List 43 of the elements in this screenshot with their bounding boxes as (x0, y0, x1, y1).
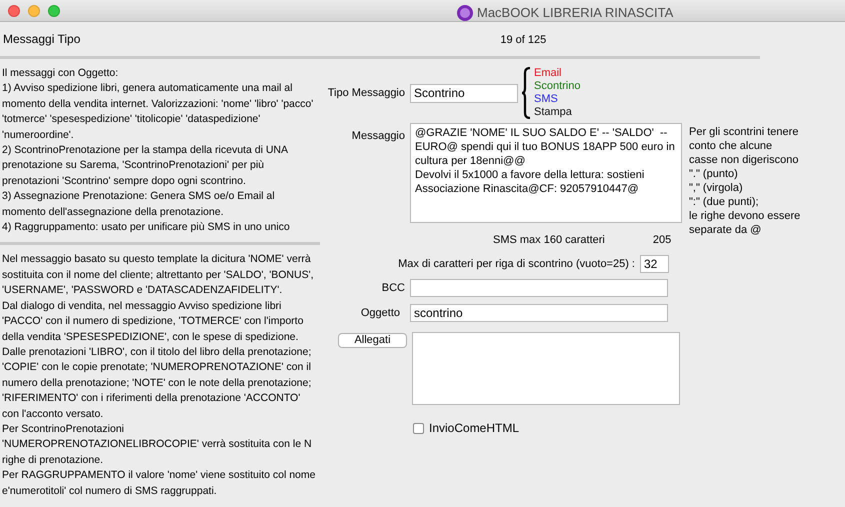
checkbox[interactable] (413, 422, 424, 434)
close-button[interactable] (8, 4, 20, 16)
character-count: 205 (652, 232, 672, 248)
help-paragraph: Dalle prenotazioni 'LIBRO', con il titolo del libro della prenotazione; 'COPIE' con le copie prenotate; 'NUMEROPRENOTAZIONE' con il numero della prenotazione; 'NOTE' con le note della prenotazione; 'RIFERIMENTO' con i riferimenti della prenotazione 'ACCONTO' con l'acconto versato. (2, 344, 312, 422)
help-paragraph: Per ScontrinoPrenotazioni 'NUMEROPRENOTAZIONELIBROCOPIE' verrà sostituita con le N righe di prenotazione. (2, 422, 313, 468)
field-label: BCC (380, 280, 405, 296)
type-legend-item: Stampa (534, 106, 573, 119)
help-paragraph: Dal dialogo di vendita, nel messaggio Avviso spedizione libri 'PACCO' con il numero di spedizione, 'TOTMERCE' con l'importo della vendita 'SPESESPEDIZIONE', con le spese di spedizione. (2, 298, 304, 344)
app-logo-icon (457, 4, 473, 21)
record-counter: 19 of 125 (500, 32, 546, 48)
attachments-list[interactable] (412, 332, 680, 405)
help-paragraph: 4) Raggruppamento: usato per unificare più SMS in uno unico (2, 220, 291, 236)
zoom-button[interactable] (48, 4, 60, 16)
help-paragraph: Il messaggi con Oggetto: (2, 66, 120, 81)
sms-limit-label: SMS max 160 caratteri (493, 232, 605, 248)
subject-field[interactable]: scontrino (410, 304, 668, 322)
max-chars-field[interactable]: 32 (640, 255, 669, 273)
note-text: ":" (due punti); (689, 195, 760, 209)
type-legend-item: SMS (534, 93, 559, 106)
field-label: Tipo Messaggio (326, 86, 405, 101)
help-paragraph: Per RAGGRUPPAMENTO il valore 'nome' viene sostituito col nome e'numerotitoli' col numero di SMS raggruppati. (2, 468, 316, 499)
field-label: Messaggio (350, 129, 405, 144)
bcc-field[interactable] (410, 279, 668, 297)
help-paragraph: 2) ScontrinoPrenotazione per la stampa della ricevuta di UNA prenotazione su Sarema, 'ScontrinoPrenotazioni' per più prenotazioni 'Scontrino' sempre dopo ogni scontrino. (2, 143, 289, 189)
minimize-button[interactable] (28, 4, 40, 16)
window-title: MacBOOK LIBRERIA RINASCITA (477, 4, 674, 22)
attachments-button[interactable]: Allegati (338, 333, 407, 348)
note-text: "." (punto) (689, 167, 739, 181)
type-legend-item: Scontrino (534, 80, 580, 93)
note-text: "," (virgola) (689, 181, 744, 195)
help-paragraph: Nel messaggio basato su questo template la dicitura 'NOME' verrà sostituita con il nome del cliente; altrettanto per 'SALDO', 'BONUS', 'USERNAME', 'PASSWORD e 'DATASCADENZAFIDELITY'. (2, 252, 314, 298)
type-legend-item: Email (534, 67, 563, 80)
checkbox-label: InvioComeHTML (429, 420, 520, 437)
help-paragraph: 1) Avviso spedizione libri, genera automaticamente una mail al momento della vendita internet. Valorizzazioni: 'nome' 'libro' 'pacco' 'totmerce' 'spesespedizione' 'titolicopie' 'dataspedizione' 'numeroordine'. (2, 81, 314, 143)
field-label: Oggetto (360, 306, 400, 321)
message-field[interactable]: @GRAZIE 'NOME' IL SUO SALDO E' -- 'SALDO' -- EURO@ spendi qui il tuo BONUS 18APP 500 euro in cultura per 18enni@@ Devolvi il 5x1000 a favore della lettura: sostieni Associazione Rinascita@CF: 92057910447@ (410, 123, 682, 223)
help-paragraph: 3) Assegnazione Prenotazione: Genera SMS oe/o Email al momento dell'assegnazione della prenotazione. (2, 189, 276, 220)
field-label: Max di caratteri per riga di scontrino (vuoto=25) : (397, 256, 635, 272)
type-field[interactable]: Scontrino (410, 84, 518, 102)
brace-icon (522, 67, 532, 119)
note-text: le righe devono essere separate da @ (689, 209, 801, 237)
page-title: Messaggi Tipo (3, 31, 80, 48)
note-text: Per gli scontrini tenere conto che alcune casse non digeriscono (689, 125, 800, 167)
